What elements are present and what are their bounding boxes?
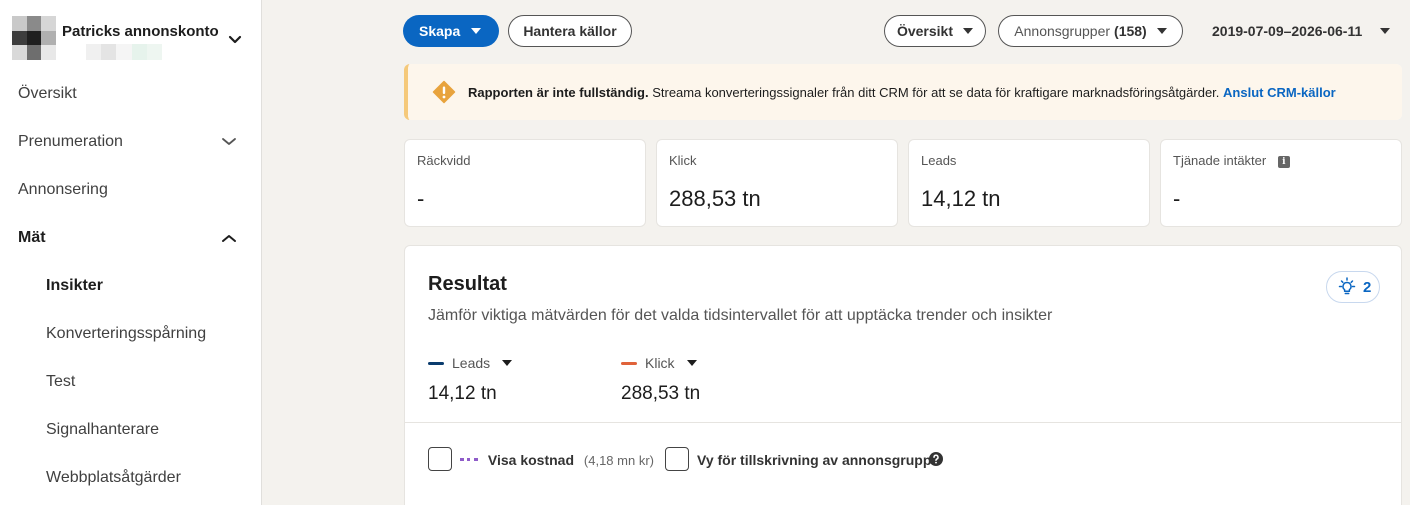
account-avatar (12, 16, 56, 60)
kpi-label-wrap: Tjänade intäkter i (1173, 153, 1290, 168)
caret-down-icon (471, 28, 481, 34)
adgroups-dropdown[interactable]: Annonsgrupper (158) (998, 15, 1183, 47)
sidebar-item-label: Test (46, 373, 76, 390)
show-cost-value: (4,18 mn kr) (583, 453, 654, 468)
adgroups-dropdown-label: Annonsgrupper (1014, 23, 1111, 39)
sidebar-item-signalhanterare[interactable]: Signalhanterare (0, 406, 261, 454)
results-description: Jämför viktiga mätvärden för det valda t… (428, 307, 1053, 324)
info-icon[interactable]: i (1277, 156, 1290, 168)
alert-text: Rapporten är inte fullständig. Streama k… (468, 85, 1336, 100)
help-icon[interactable] (929, 452, 943, 466)
kpi-label: Tjänade intäkter (1173, 153, 1267, 168)
sidebar-item-konverteringssparning[interactable]: Konverteringsspårning (0, 310, 261, 358)
show-cost-label: Visa kostnad (487, 452, 575, 468)
adgroup-attribution-label-wrap: Vy för tillskrivning av annonsgrupp (697, 452, 931, 468)
sidebar-item-label: Översikt (18, 85, 77, 102)
create-button[interactable]: Skapa (403, 15, 499, 47)
adgroups-count: (158) (1114, 23, 1147, 39)
cost-series-swatch (460, 458, 478, 461)
kpi-label: Klick (669, 153, 697, 168)
chevron-down-icon (222, 138, 236, 145)
manage-sources-label: Hantera källor (523, 23, 617, 39)
sidebar-item-label: Mät (18, 229, 46, 246)
metric-leads-selector[interactable]: Leads (428, 355, 513, 371)
metric-leads: Leads 14,12 tn (428, 355, 513, 405)
create-button-label: Skapa (419, 23, 461, 39)
sidebar-item-label: Annonsering (18, 181, 108, 198)
show-cost-checkbox[interactable] (428, 447, 452, 471)
caret-down-icon (686, 360, 697, 366)
leads-series-swatch (428, 361, 444, 365)
date-range-value: 2019-07-09–2026-06-11 (1212, 23, 1363, 39)
chevron-down-icon (228, 35, 242, 44)
insights-button[interactable]: 2 (1326, 271, 1380, 303)
sidebar-item-annonsering[interactable]: Annonsering (0, 166, 261, 214)
insights-count: 2 (1363, 278, 1372, 296)
incomplete-report-alert: Rapporten är inte fullständig. Streama k… (404, 64, 1402, 120)
account-switcher[interactable]: Patricks annonskonto (12, 16, 252, 64)
kpi-value: - (417, 186, 425, 211)
divider (405, 422, 1401, 423)
caret-down-icon (963, 28, 974, 34)
sidebar-item-label: Prenumeration (18, 133, 123, 150)
metric-label: Klick (645, 355, 675, 371)
manage-sources-button[interactable]: Hantera källor (508, 15, 632, 47)
sidebar-item-oversikt[interactable]: Översikt (0, 70, 261, 118)
sidebar-item-label: Insikter (46, 277, 103, 294)
adgroup-attribution-checkbox[interactable] (665, 447, 689, 471)
chevron-up-icon (222, 235, 236, 242)
warning-icon (432, 80, 456, 104)
kpi-card-revenue: Tjänade intäkter i - (1160, 139, 1402, 227)
sidebar-item-label: Konverteringsspårning (46, 325, 207, 342)
caret-down-icon (502, 360, 513, 366)
sidebar-item-test[interactable]: Test (0, 358, 261, 406)
kpi-value: - (1173, 186, 1181, 211)
sidebar-item-prenumeration[interactable]: Prenumeration (0, 118, 261, 166)
alert-title: Rapporten är inte fullständig. (468, 85, 649, 100)
sidebar-item-mat[interactable]: Mät (0, 214, 261, 262)
sidebar-item-webbplatsatgarder[interactable]: Webbplatsåtgärder (0, 454, 261, 502)
metric-value: 288,53 tn (621, 383, 701, 404)
sidebar-item-insikter[interactable]: Insikter (0, 262, 261, 310)
results-title: Resultat (428, 273, 507, 295)
account-id-redacted (86, 44, 163, 60)
connect-crm-link[interactable]: Anslut CRM-källor (1223, 85, 1336, 100)
kpi-label: Räckvidd (417, 153, 471, 168)
adgroup-attribution-label: Vy för tillskrivning av annonsgrupp (697, 452, 932, 468)
kpi-card-reach: Räckvidd - (404, 139, 646, 227)
show-cost-label-wrap: Visa kostnad (4,18 mn kr) (460, 452, 654, 468)
kpi-value: 14,12 tn (921, 186, 1001, 211)
sidebar-item-label: Webbplatsåtgärder (46, 469, 181, 486)
kpi-value: 288,53 tn (669, 186, 761, 211)
sidebar: Patricks annonskonto Översikt Prenumerat… (0, 0, 262, 505)
account-name: Patricks annonskonto (62, 23, 219, 40)
metric-label: Leads (452, 355, 491, 371)
kpi-card-leads: Leads 14,12 tn (908, 139, 1150, 227)
caret-down-icon (1156, 28, 1167, 34)
date-range-picker[interactable]: 2019-07-09–2026-06-11 (1212, 15, 1391, 47)
metric-value: 14,12 tn (428, 383, 497, 404)
kpi-card-clicks: Klick 288,53 tn (656, 139, 898, 227)
overview-dropdown-label: Översikt (896, 23, 954, 39)
sidebar-item-label: Signalhanterare (46, 421, 159, 438)
alert-message: Streama konverteringssignaler från ditt … (652, 85, 1220, 100)
results-card: Resultat Jämför viktiga mätvärden för de… (404, 245, 1402, 505)
clicks-series-swatch (621, 361, 637, 365)
lightbulb-icon (1338, 277, 1356, 295)
caret-down-icon (1380, 28, 1391, 34)
overview-dropdown[interactable]: Översikt (884, 15, 986, 47)
kpi-label: Leads (921, 153, 957, 168)
metric-clicks-selector[interactable]: Klick (621, 355, 700, 371)
metric-clicks: Klick 288,53 tn (621, 355, 700, 405)
